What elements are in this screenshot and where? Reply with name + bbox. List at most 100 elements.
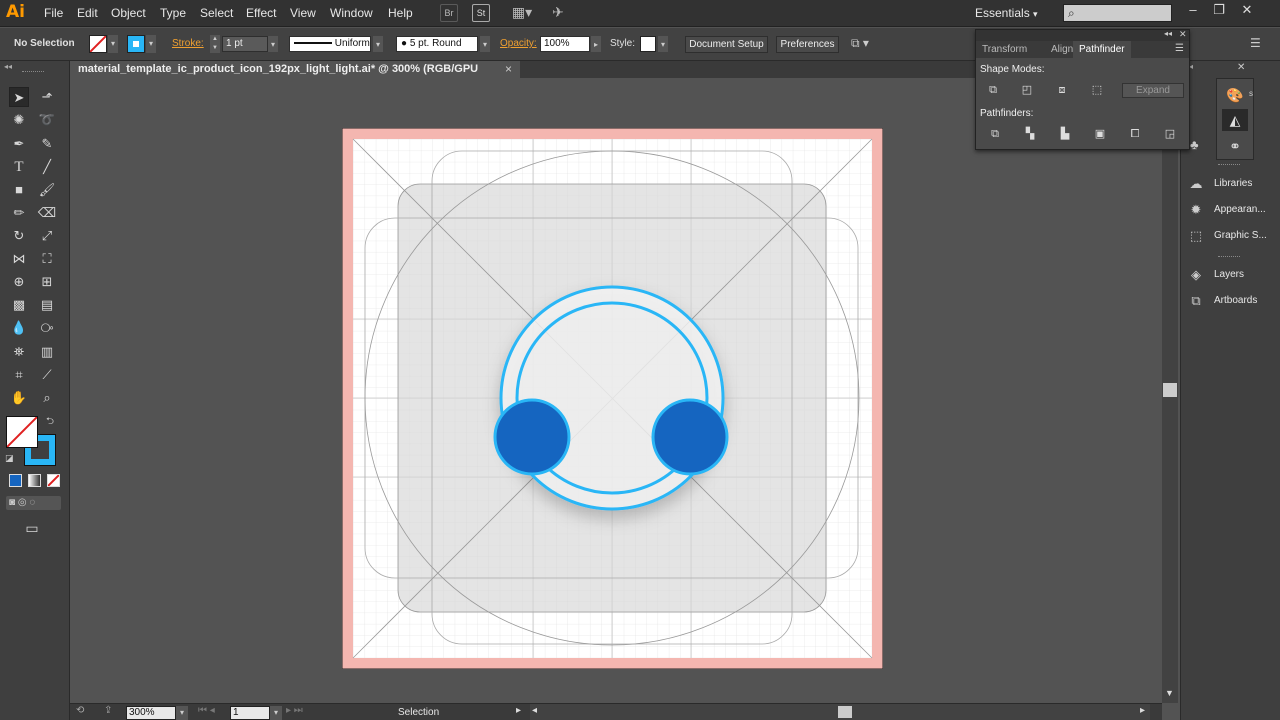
intersect-icon[interactable]: ⧈ [1053, 82, 1071, 98]
dock-grip-2[interactable] [1218, 256, 1240, 257]
stroke-weight-dropdown[interactable]: ▾ [268, 36, 278, 52]
variable-width-profile[interactable]: Uniform [289, 36, 371, 52]
icon-right-eye[interactable] [651, 398, 729, 476]
graphic-style-swatch[interactable] [640, 36, 656, 52]
rotate-view-icon[interactable]: ⟲ [76, 705, 84, 716]
artboard-dropdown[interactable]: ▾ [270, 706, 282, 720]
perspective-grid-tool-icon[interactable]: ⊞ [37, 272, 57, 292]
unite-icon[interactable]: ⧉ [984, 82, 1002, 98]
hand-tool-icon[interactable]: ✋ [9, 388, 29, 408]
crop-icon[interactable]: ▣ [1091, 126, 1109, 142]
vertical-scroll-thumb[interactable] [1163, 383, 1177, 397]
horizontal-scroll-thumb[interactable] [838, 706, 852, 718]
scroll-right-arrow[interactable]: ▸ [1140, 705, 1145, 716]
zoom-level-field[interactable]: 300% [126, 706, 176, 720]
default-fill-stroke-icon[interactable]: ◪ [5, 453, 14, 464]
expand-button[interactable]: Expand [1122, 83, 1184, 98]
collapse-panel-icon[interactable]: ◂◂ [4, 62, 12, 71]
pencil-tool-icon[interactable]: ✏ [9, 203, 29, 223]
libraries-panel-button[interactable]: ☁ Libraries [1186, 174, 1280, 196]
dock-grip[interactable] [1218, 164, 1240, 165]
swap-fill-stroke-icon[interactable]: ⮌ [46, 414, 54, 431]
symbols-panel-icon[interactable]: ♣ [1190, 137, 1199, 152]
screen-mode-icon[interactable]: ▭ [22, 518, 42, 538]
line-segment-tool-icon[interactable]: ╱ [37, 157, 57, 177]
mesh-tool-icon[interactable]: ▩ [9, 295, 29, 315]
graphic-style-dropdown[interactable]: ▾ [658, 36, 668, 52]
brush-dropdown[interactable]: ▾ [480, 36, 490, 52]
lasso-tool-icon[interactable]: ➰ [37, 110, 57, 130]
graphic-styles-panel-button[interactable]: ⬚ Graphic S... [1186, 226, 1280, 248]
brush-definition[interactable]: ● 5 pt. Round [396, 36, 478, 52]
blend-tool-icon[interactable]: ⧂ [37, 318, 57, 338]
document-setup-button[interactable]: Document Setup [685, 36, 768, 53]
workspace-switcher[interactable]: Essentials ▾ [975, 6, 1038, 20]
paintbrush-tool-icon[interactable]: 🖌 [37, 180, 57, 200]
artboards-panel-button[interactable]: ⧉ Artboards [1186, 291, 1280, 313]
shape-builder-tool-icon[interactable]: ⊕ [9, 272, 29, 292]
minus-front-icon[interactable]: ◰ [1018, 82, 1036, 98]
close-document-icon[interactable]: × [505, 62, 512, 76]
first-artboard-icon[interactable]: ⏮ ◂ [198, 705, 215, 716]
artboard-tool-icon[interactable]: ⌗ [9, 365, 29, 385]
vertical-scrollbar[interactable]: ▼ [1162, 61, 1178, 703]
horizontal-scrollbar[interactable]: ◂ ▸ [530, 704, 1150, 720]
share-icon[interactable]: ⇪ [104, 705, 112, 716]
appearance-panel-button[interactable]: ✹ Appearan... [1186, 200, 1280, 222]
eyedropper-tool-icon[interactable]: 💧 [9, 318, 29, 338]
gradient-mode-button[interactable] [28, 474, 41, 487]
menu-effect[interactable]: Effect [246, 6, 276, 20]
next-artboard-icon[interactable]: ▸ ⏭ [286, 705, 303, 716]
symbol-sprayer-tool-icon[interactable]: ⛯ [9, 342, 29, 362]
arrange-documents-icon[interactable]: ▦▾ [509, 4, 535, 22]
panel-menu-icon[interactable]: ☰ [1175, 43, 1184, 54]
menu-window[interactable]: Window [330, 6, 373, 20]
restore-icon[interactable]: ❐ [1208, 2, 1230, 20]
gpu-performance-icon[interactable]: ✈ [548, 4, 568, 22]
stroke-swatch[interactable] [127, 35, 145, 53]
profile-dropdown[interactable]: ▾ [373, 36, 383, 52]
gradient-panel-icon[interactable]: ◭ [1222, 109, 1248, 131]
color-mode-button[interactable] [9, 474, 22, 487]
status-menu-arrow[interactable]: ▸ [516, 705, 521, 716]
scroll-left-arrow[interactable]: ◂ [532, 705, 537, 716]
fill-swatch[interactable] [89, 35, 107, 53]
arrange-icon[interactable]: ⧉ ▾ [851, 36, 869, 51]
stroke-panel-link[interactable]: Stroke: [172, 38, 204, 49]
panel-titlebar[interactable]: ◂◂ ✕ [976, 29, 1189, 41]
eraser-tool-icon[interactable]: ⌫ [37, 203, 57, 223]
none-mode-button[interactable] [47, 474, 60, 487]
icon-outer-ring[interactable] [499, 285, 725, 511]
selection-tool-icon[interactable]: ➤ [9, 87, 29, 107]
color-guide-icon[interactable]: 🎨 [1222, 84, 1248, 106]
menu-edit[interactable]: Edit [77, 6, 98, 20]
artboard[interactable] [342, 128, 883, 669]
curvature-tool-icon[interactable]: ✎ [37, 134, 57, 154]
menu-type[interactable]: Type [160, 6, 186, 20]
scroll-down-arrow[interactable]: ▼ [1165, 688, 1174, 698]
close-dock-icon[interactable]: ✕ [1237, 62, 1245, 73]
minus-back-icon[interactable]: ◲ [1161, 126, 1179, 142]
scale-tool-icon[interactable]: ⤢ [37, 226, 57, 246]
direct-selection-tool-icon[interactable]: ⬏ [37, 87, 57, 107]
minimize-icon[interactable]: – [1182, 2, 1204, 20]
panel-grip[interactable] [22, 71, 44, 73]
tab-transform[interactable]: Transform [976, 41, 1033, 58]
stroke-dropdown[interactable]: ▾ [146, 35, 156, 53]
divide-icon[interactable]: ⧉ [986, 126, 1004, 142]
drawing-modes-icon[interactable]: ◙ ◎ ◌ [6, 496, 61, 510]
stroke-weight-field[interactable]: 1 pt [222, 36, 268, 52]
magic-wand-tool-icon[interactable]: ✺ [9, 110, 29, 130]
slice-tool-icon[interactable]: ⟋ [37, 365, 57, 385]
opacity-panel-link[interactable]: Opacity: [500, 38, 537, 49]
width-tool-icon[interactable]: ⋈ [9, 249, 29, 269]
opacity-slider-arrow[interactable]: ▸ [591, 36, 601, 52]
fill-color-box[interactable] [6, 416, 38, 448]
opacity-field[interactable]: 100% [540, 36, 590, 52]
layers-panel-button[interactable]: ◈ Layers [1186, 265, 1280, 287]
brushes-panel-icon[interactable]: ⚭ [1222, 135, 1248, 157]
close-panel-icon[interactable]: ✕ [1179, 29, 1187, 40]
stroke-weight-stepper[interactable]: ▲ ▼ [210, 35, 220, 53]
exclude-icon[interactable]: ⬚ [1088, 82, 1106, 98]
artboard-number-field[interactable]: 1 [230, 706, 270, 720]
